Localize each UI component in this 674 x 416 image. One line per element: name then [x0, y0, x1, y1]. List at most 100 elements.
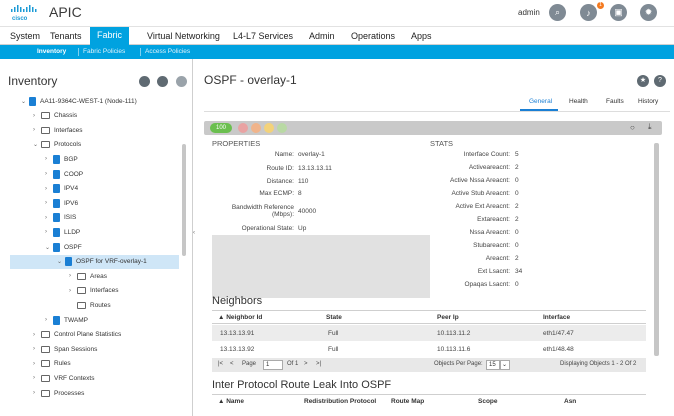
tree-item[interactable]: ⌄ AA11-9364C-WEST-1 (Node-111) [21, 94, 137, 108]
target-icon[interactable] [157, 76, 168, 87]
health-score-badge[interactable]: 100 [210, 123, 232, 133]
chevron-right-icon[interactable]: › [33, 113, 41, 119]
minor-fault-icon[interactable] [264, 123, 274, 133]
tree-item[interactable]: › IPV6 [45, 196, 78, 210]
property-label: Name: [274, 151, 294, 158]
menu-system[interactable]: System [10, 31, 40, 41]
tree-item[interactable]: › Areas [69, 269, 107, 283]
chevron-down-icon[interactable]: ⌄ [33, 141, 41, 148]
col-asn[interactable]: Asn [564, 398, 576, 405]
col-neighbor-id[interactable]: ▲ Neighbor Id [218, 314, 262, 321]
chevron-right-icon[interactable]: › [69, 273, 77, 279]
download-icon[interactable]: ⤓ [648, 122, 652, 132]
tree-item[interactable]: › LLDP [45, 225, 80, 239]
search-icon[interactable]: ⌕ [549, 4, 566, 21]
chevron-right-icon[interactable]: › [69, 288, 77, 294]
chevron-right-icon[interactable]: › [45, 215, 53, 221]
next-page-icon[interactable]: > [304, 361, 308, 367]
tree-scrollbar[interactable] [182, 144, 186, 256]
chevron-right-icon[interactable]: › [45, 156, 53, 162]
table-row[interactable]: 13.13.13.91 Full 10.113.11.2 eth1/47.47 [212, 325, 646, 341]
tree-item[interactable]: ⌄ OSPF for VRF-overlay-1 [10, 254, 179, 269]
tree-item[interactable]: › Rules [33, 357, 71, 371]
feedback-icon[interactable]: ▣ [610, 4, 627, 21]
tree-item[interactable]: › TWAMP [45, 313, 88, 327]
col-interface[interactable]: Interface [543, 314, 570, 321]
property-label: Operational State: [241, 225, 294, 232]
chevron-right-icon[interactable]: › [33, 127, 41, 133]
stat-value: 2 [515, 203, 519, 210]
chevron-down-icon[interactable]: ⌄ [57, 258, 65, 265]
tree-item[interactable]: ⌄ OSPF [45, 240, 82, 254]
chevron-right-icon[interactable]: › [45, 229, 53, 235]
menu-l4-l7-services[interactable]: L4-L7 Services [233, 31, 293, 41]
last-page-icon[interactable]: >| [316, 361, 321, 367]
chevron-right-icon[interactable]: › [33, 346, 41, 352]
critical-fault-icon[interactable] [238, 123, 248, 133]
help-icon[interactable]: ? [654, 75, 666, 87]
col-name[interactable]: ▲ Name [218, 398, 244, 405]
chevron-down-icon[interactable]: ⌄ [45, 244, 53, 251]
detail-scrollbar[interactable] [654, 143, 659, 356]
tab-general[interactable]: General [529, 98, 552, 105]
chevron-right-icon[interactable]: › [45, 186, 53, 192]
chevron-right-icon[interactable]: › [45, 317, 53, 323]
tree-item[interactable]: › BGP [45, 152, 78, 166]
submenu-fabric-policies[interactable]: Fabric Policies [83, 48, 125, 55]
page-input[interactable]: 1 [263, 360, 283, 370]
page-title: OSPF - overlay-1 [204, 73, 297, 87]
chevron-down-icon[interactable]: ⌄ [500, 360, 510, 370]
refresh-icon[interactable] [176, 76, 187, 87]
menu-apps[interactable]: Apps [411, 31, 432, 41]
col-route-map[interactable]: Route Map [391, 398, 424, 405]
tree-item-label: Rules [54, 360, 71, 368]
table-row[interactable]: 13.13.13.92 Full 10.113.11.6 eth1/48.48 [212, 341, 646, 357]
chevron-down-icon[interactable]: ⌄ [21, 98, 29, 105]
tree-item[interactable]: › Control Plane Statistics [33, 328, 121, 342]
chevron-right-icon[interactable]: › [45, 200, 53, 206]
chevron-right-icon[interactable]: › [33, 361, 41, 367]
refresh-icon[interactable]: ○ [630, 123, 635, 132]
first-page-icon[interactable]: |< [218, 361, 223, 367]
tree-item[interactable]: › IPV4 [45, 182, 78, 196]
submenu-inventory[interactable]: Inventory [37, 48, 66, 55]
prev-page-icon[interactable]: < [230, 361, 234, 367]
tree-item[interactable]: › COOP [45, 167, 83, 181]
star-icon[interactable]: ★ [637, 75, 649, 87]
tree-item[interactable]: › Interfaces [33, 123, 83, 137]
user-name[interactable]: admin [518, 8, 540, 17]
submenu-access-policies[interactable]: Access Policies [145, 48, 190, 55]
menu-tenants[interactable]: Tenants [50, 31, 82, 41]
peer-ip-cell: 10.113.11.2 [437, 330, 471, 337]
per-page-select[interactable]: 15 [486, 360, 500, 370]
tree-item[interactable]: Routes [69, 298, 111, 312]
tab-faults[interactable]: Faults [606, 98, 624, 105]
menu-operations[interactable]: Operations [351, 31, 395, 41]
tab-history[interactable]: History [638, 98, 658, 105]
warning-fault-icon[interactable] [277, 123, 287, 133]
settings-icon[interactable]: ✹ [640, 4, 657, 21]
tree-item[interactable]: › Span Sessions [33, 342, 97, 356]
tree-item[interactable]: › Processes [33, 386, 84, 400]
tree-item[interactable]: › ISIS [45, 211, 76, 225]
major-fault-icon[interactable] [251, 123, 261, 133]
chevron-right-icon[interactable]: › [45, 171, 53, 177]
tree-item[interactable]: › Interfaces [69, 284, 119, 298]
tab-health[interactable]: Health [569, 98, 588, 105]
col-redistribution-protocol[interactable]: Redistribution Protocol [304, 398, 376, 405]
chevron-right-icon[interactable]: › [33, 375, 41, 381]
col-peer-ip[interactable]: Peer Ip [437, 314, 459, 321]
col-scope[interactable]: Scope [478, 398, 498, 405]
tree-item[interactable]: › Chassis [33, 109, 77, 123]
bell-icon[interactable]: ♪ [580, 4, 597, 21]
chevron-right-icon[interactable]: › [33, 332, 41, 338]
menu-admin[interactable]: Admin [309, 31, 335, 41]
tree-item[interactable]: ⌄ Protocols [33, 138, 81, 152]
chevron-right-icon[interactable]: › [33, 390, 41, 396]
menu-fabric[interactable]: Fabric [90, 27, 130, 45]
menu-virtual-networking[interactable]: Virtual Networking [147, 31, 220, 41]
stat-value: 2 [515, 255, 519, 262]
tools-icon[interactable] [139, 76, 150, 87]
col-state[interactable]: State [326, 314, 342, 321]
tree-item[interactable]: › VRF Contexts [33, 371, 94, 385]
